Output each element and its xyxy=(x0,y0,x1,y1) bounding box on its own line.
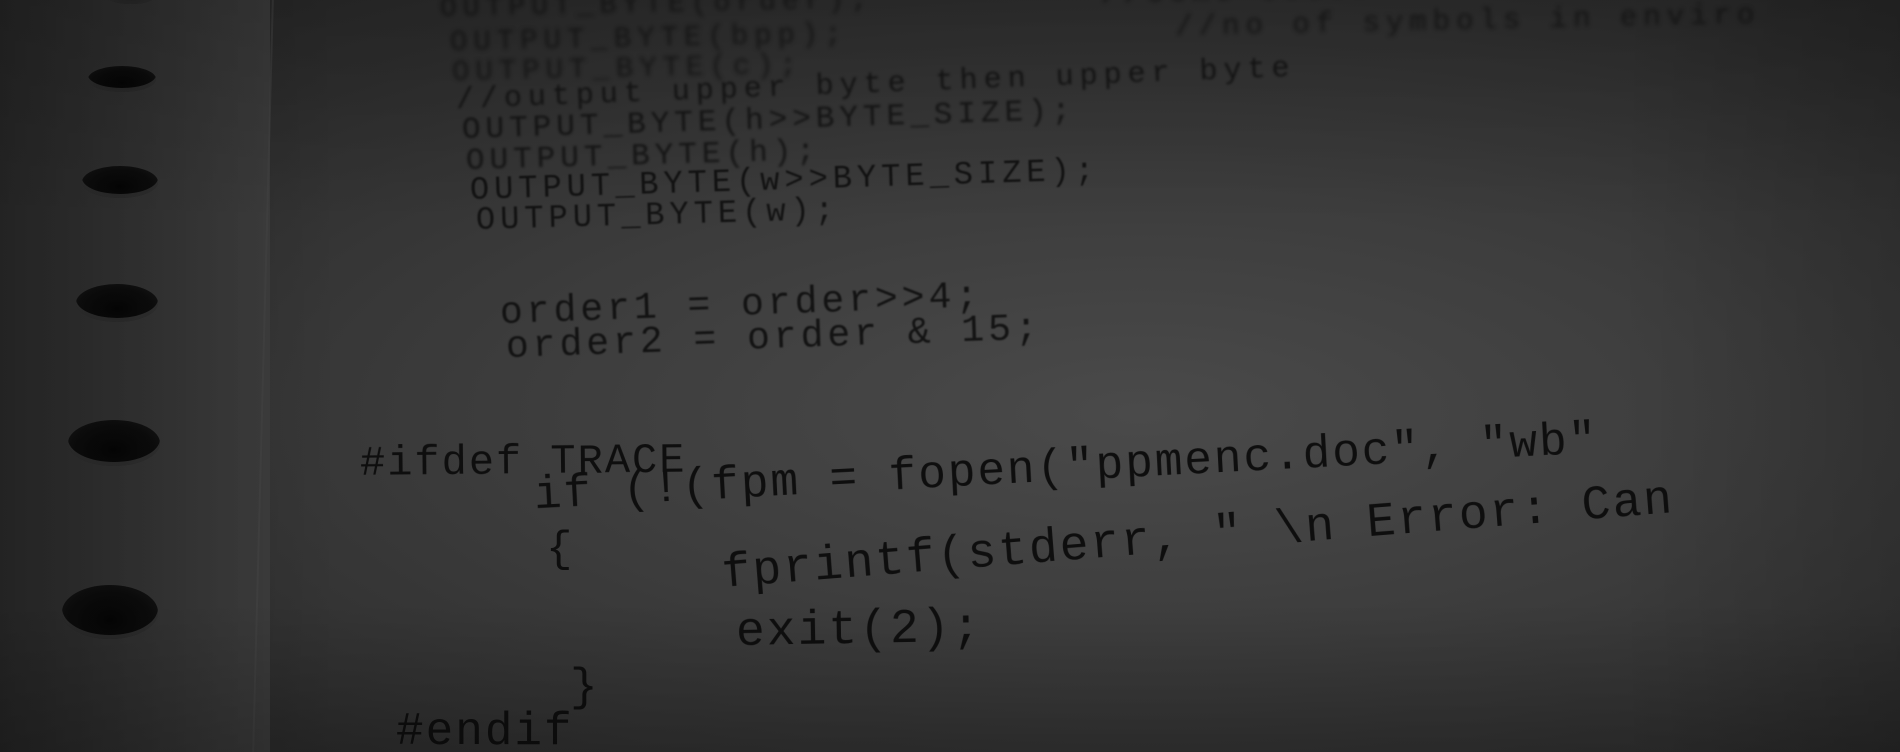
code-printout-photo: OUTPUT_BYTE(order); //some codes OUTPUT_… xyxy=(0,0,1900,752)
code-text-layer: OUTPUT_BYTE(order); //some codes OUTPUT_… xyxy=(0,0,1900,752)
code-line-17: #endif xyxy=(396,706,574,752)
code-line-15: exit(2); xyxy=(735,601,983,660)
code-line-13: { xyxy=(546,525,575,575)
code-line-16: } xyxy=(570,662,600,714)
